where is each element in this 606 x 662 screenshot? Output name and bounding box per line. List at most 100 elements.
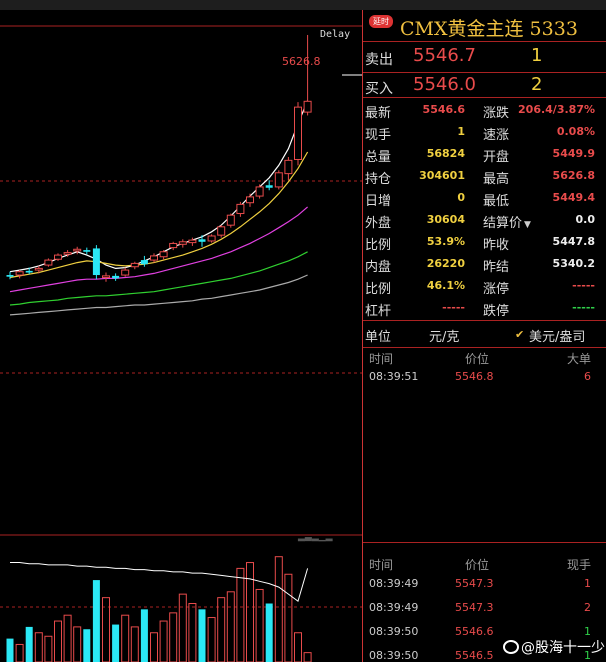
candle-body bbox=[44, 259, 53, 266]
stat-label-text: 涨跌 bbox=[483, 106, 510, 121]
volume-bar bbox=[255, 588, 264, 662]
volume-bar bbox=[44, 635, 53, 662]
volume-bar bbox=[178, 593, 187, 662]
tick-header: 时间 价位 现手 bbox=[363, 554, 606, 574]
stat-value: 46.1% bbox=[426, 279, 465, 292]
stat-label-text: 昨收 bbox=[483, 238, 510, 253]
candle-body bbox=[140, 260, 148, 265]
divider bbox=[363, 97, 606, 98]
candle-body bbox=[63, 252, 72, 255]
candle-body bbox=[178, 241, 187, 245]
volume-bar bbox=[63, 614, 72, 662]
stat-label: 比例 bbox=[365, 238, 392, 253]
volume-bar bbox=[188, 603, 197, 662]
candle-body bbox=[236, 203, 245, 215]
chart-watermark: ▂▃▂▁▂ bbox=[298, 532, 333, 542]
volume-bar bbox=[207, 617, 216, 662]
stat-label-text: 结算价 bbox=[483, 216, 523, 231]
candle-body bbox=[73, 248, 82, 252]
candle-body bbox=[265, 185, 273, 188]
volume-bar bbox=[284, 573, 293, 662]
sell-volume: 1 bbox=[531, 45, 543, 66]
candle-body bbox=[25, 270, 33, 273]
stat-label: 内盘 bbox=[365, 260, 392, 275]
candlestick-chart-area[interactable]: Delay 5626.8 ▂▃▂▁▂ bbox=[0, 10, 362, 662]
volume-bar bbox=[159, 620, 168, 662]
stat-value: 206.4/3.87% bbox=[518, 103, 595, 116]
unit-label: 单位 bbox=[365, 330, 392, 345]
ma60-line bbox=[9, 274, 308, 316]
candle-body bbox=[92, 248, 100, 276]
big-order-header: 时间 价位 大单 bbox=[363, 348, 606, 368]
stat-label-text: 最高 bbox=[483, 172, 510, 187]
stat-label-text: 昨结 bbox=[483, 260, 510, 275]
stats-row: 外盘 30604 结算价 ▼ 0.0 bbox=[363, 209, 606, 231]
sell-price: 5546.7 bbox=[413, 45, 476, 66]
stat-label: 昨结 bbox=[483, 256, 509, 275]
candle-body bbox=[130, 262, 139, 268]
stat-label-text: 跌停 bbox=[483, 304, 510, 319]
tick-time: 08:39:50 bbox=[369, 625, 419, 638]
stat-value: 0 bbox=[457, 191, 465, 204]
stat-label: 杠杆 bbox=[365, 304, 392, 319]
stat-value: 1 bbox=[457, 125, 465, 138]
volume-bar bbox=[15, 643, 24, 662]
buy-label: 买入 bbox=[365, 81, 393, 97]
candle-body bbox=[112, 275, 120, 279]
volume-bar bbox=[140, 609, 148, 662]
candle-body bbox=[34, 267, 43, 271]
candle-body bbox=[226, 214, 235, 226]
stats-row: 杠杆 ----- 跌停 ----- bbox=[363, 297, 606, 319]
unit-row: 单位 元/克 ✔ 美元/盎司 bbox=[363, 321, 606, 347]
caret-down-icon[interactable]: ▼ bbox=[524, 220, 531, 230]
tick-row[interactable]: 08:39:51 5546.8 6 bbox=[363, 366, 606, 390]
stat-label: 日增 bbox=[365, 194, 392, 209]
stat-label: 结算价 ▼ bbox=[483, 212, 531, 231]
tick-price: 5546.6 bbox=[455, 625, 494, 638]
contract-title[interactable]: CMX黄金主连 5333 bbox=[400, 14, 578, 41]
candle-body bbox=[83, 250, 91, 252]
tick-row[interactable]: 08:39:49 5547.3 1 bbox=[363, 573, 606, 597]
volume-bar bbox=[169, 612, 178, 662]
candle-body bbox=[150, 255, 158, 261]
volume-bar bbox=[112, 624, 120, 662]
candle-body bbox=[159, 251, 168, 258]
stat-value: 5447.8 bbox=[552, 235, 595, 248]
volume-bar bbox=[246, 562, 254, 662]
unit-cny-option[interactable]: 元/克 bbox=[429, 326, 459, 345]
stat-value: ----- bbox=[572, 279, 595, 292]
sell-quote-row: 卖出 5546.7 1 bbox=[363, 43, 606, 72]
tick-time: 08:39:49 bbox=[369, 601, 419, 614]
tick-price: 5546.8 bbox=[455, 370, 494, 383]
candle-body bbox=[284, 159, 293, 175]
ma20-line bbox=[9, 206, 308, 293]
stat-value: 5546.6 bbox=[422, 103, 465, 116]
weibo-handle: @股海十一少 bbox=[521, 640, 605, 656]
stat-label: 最高 bbox=[483, 168, 509, 187]
stat-label-text: 最低 bbox=[483, 194, 510, 209]
stat-value: 56824 bbox=[426, 147, 465, 160]
checkmark-icon: ✔ bbox=[515, 328, 525, 341]
stat-value: 26220 bbox=[426, 257, 465, 270]
stat-label: 最低 bbox=[483, 190, 509, 209]
stat-label: 速涨 bbox=[483, 124, 509, 143]
unit-usd-option[interactable]: 美元/盎司 bbox=[529, 326, 585, 345]
tick-row[interactable]: 08:39:49 5547.3 2 bbox=[363, 597, 606, 621]
tick-price: 5546.5 bbox=[455, 649, 494, 662]
stat-value: ----- bbox=[442, 301, 465, 314]
candle-body bbox=[198, 239, 206, 242]
stat-value: 5449.4 bbox=[552, 191, 595, 204]
stat-value: 5449.9 bbox=[552, 147, 595, 160]
stat-label: 最新 bbox=[365, 106, 392, 121]
stats-row: 现手 1 速涨 0.08% bbox=[363, 121, 606, 143]
tick-time: 08:39:51 bbox=[369, 370, 419, 383]
stat-label: 现手 bbox=[365, 128, 392, 143]
stats-row: 比例 46.1% 涨停 ----- bbox=[363, 275, 606, 297]
stat-value: 5626.8 bbox=[552, 169, 595, 182]
candle-body bbox=[15, 271, 24, 276]
peak-price-label: 5626.8 bbox=[282, 55, 321, 68]
stat-value: 0.0 bbox=[575, 213, 596, 226]
ma5-line bbox=[9, 100, 309, 273]
stat-label: 涨停 bbox=[483, 278, 509, 297]
delay-badge: 延时 bbox=[369, 15, 393, 28]
